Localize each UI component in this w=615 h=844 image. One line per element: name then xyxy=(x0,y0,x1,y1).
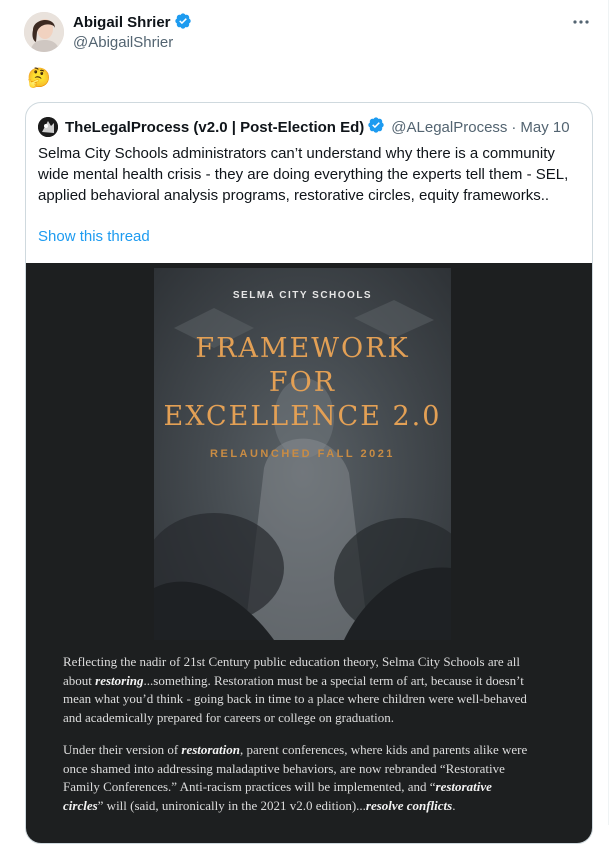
document-paragraph-1: Reflecting the nadir of 21st Century pub… xyxy=(63,653,533,727)
cover-title: FRAMEWORK FOR EXCELLENCE 2.0 xyxy=(163,333,442,432)
document-paragraph-2: Under their version of restoration, pare… xyxy=(63,741,533,815)
more-options-button[interactable] xyxy=(571,12,591,32)
timeline-border xyxy=(608,0,609,825)
author-handle[interactable]: @AbigailShrier xyxy=(73,33,173,53)
quoted-tweet-card[interactable]: TheLegalProcess (v2.0 | Post-Election Ed… xyxy=(25,102,593,844)
quoted-verified-badge-icon xyxy=(367,116,385,138)
p2-text-d: . xyxy=(452,797,456,813)
quoted-author-name[interactable]: TheLegalProcess (v2.0 | Post-Election Ed… xyxy=(65,119,364,136)
p2-emphasis-3: resolve conflicts xyxy=(365,797,453,813)
quoted-tweet-text: Selma City Schools administrators can’t … xyxy=(38,145,569,204)
quoted-author-avatar[interactable] xyxy=(38,117,58,137)
verified-badge-icon xyxy=(174,12,192,36)
cover-subtitle: RELAUNCHED FALL 2021 xyxy=(210,448,395,460)
author-avatar[interactable] xyxy=(24,12,64,52)
cover-school-name: SELMA CITY SCHOOLS xyxy=(232,290,373,301)
quoted-tweet-header: TheLegalProcess (v2.0 | Post-Election Ed… xyxy=(38,116,570,138)
document-cover: SELMA CITY SCHOOLS FRAMEWORK FOR EXCELLE… xyxy=(154,268,451,640)
show-thread-link[interactable]: Show this thread xyxy=(38,227,150,247)
quoted-tweet-image[interactable]: SELMA CITY SCHOOLS FRAMEWORK FOR EXCELLE… xyxy=(26,263,592,843)
p2-text-c: ” will (said, unironically in the 2021 v… xyxy=(97,797,366,813)
quoted-author-handle[interactable]: @ALegalProcess xyxy=(391,119,507,136)
p1-emphasis: restoring xyxy=(95,672,144,688)
author-name-text[interactable]: Abigail Shrier xyxy=(73,14,171,31)
tweet-text: 🤔 xyxy=(27,68,51,89)
ellipsis-icon xyxy=(573,20,589,24)
p2-text-a: Under their version of xyxy=(63,742,182,757)
meta-separator: · xyxy=(511,118,517,136)
quoted-tweet-date[interactable]: May 10 xyxy=(520,119,569,136)
p2-emphasis-1: restoration xyxy=(181,742,240,757)
